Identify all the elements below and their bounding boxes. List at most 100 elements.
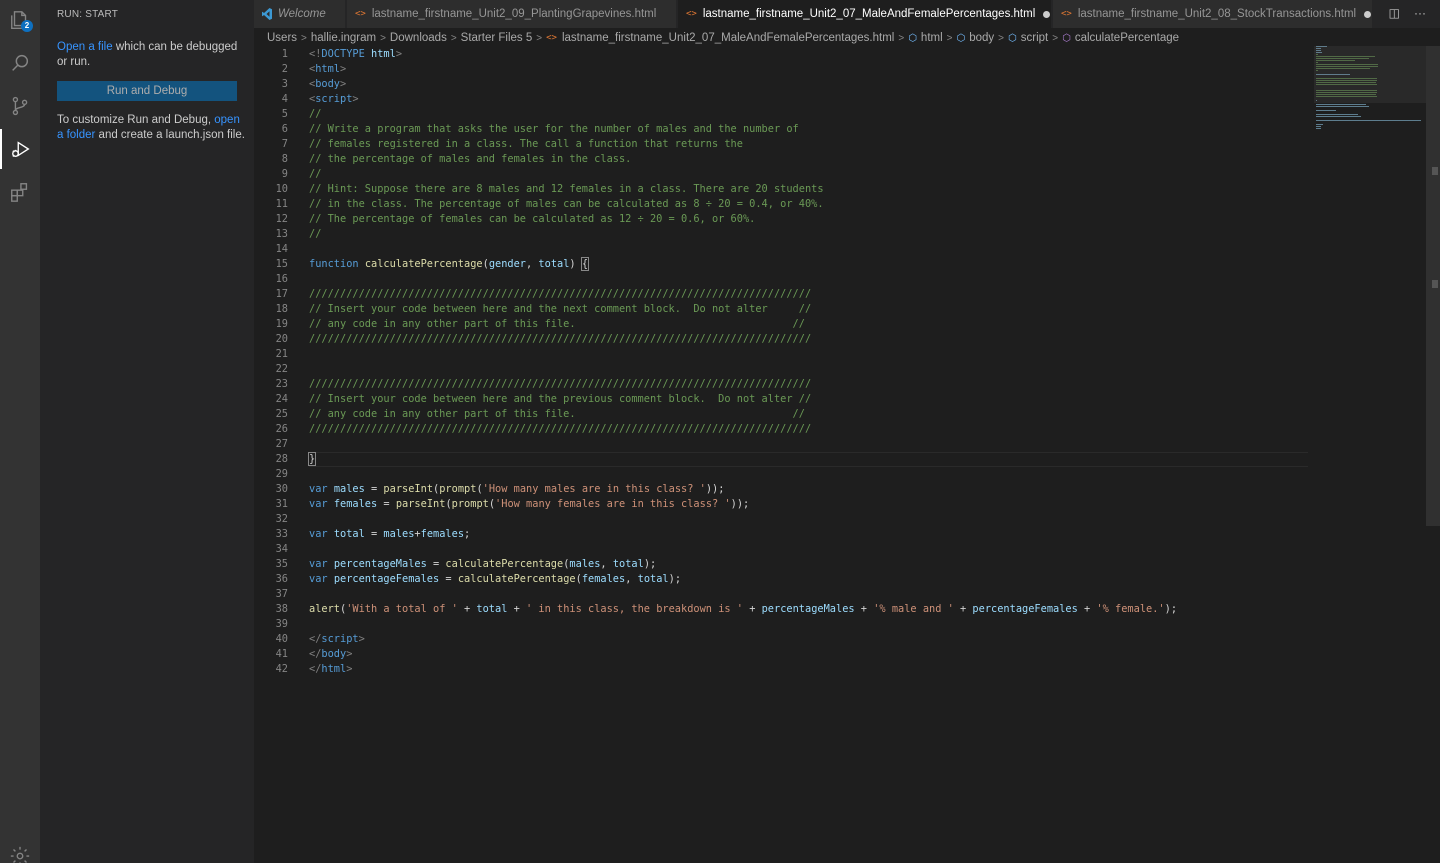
tab-male-female-percentages[interactable]: <> lastname_firstname_Unit2_07_MaleAndFe… <box>678 0 1052 28</box>
code-editor[interactable]: 1 <!DOCTYPE html> 2 <html> 3 <body> 4 <script> 5… <box>254 46 1440 863</box>
code-line[interactable]: 39 <box>254 617 1314 632</box>
editor-tab-bar: Welcome <> lastname_firstname_Unit2_09_P… <box>254 0 1440 28</box>
code-line[interactable]: 37 <box>254 587 1314 602</box>
code-line[interactable]: 24 // Insert your code between here and t… <box>254 392 1314 407</box>
code-line[interactable]: 30 var males = parseInt(prompt('How many … <box>254 482 1314 497</box>
code-line[interactable]: 9 // <box>254 167 1314 182</box>
more-actions-icon[interactable]: ··· <box>1414 6 1426 20</box>
code-line[interactable]: 35 var percentageMales = calculatePercent… <box>254 557 1314 572</box>
minimap-line <box>1316 106 1370 107</box>
line-number: 15 <box>275 258 288 270</box>
tab-planting-grapevines[interactable]: <> lastname_firstname_Unit2_09_PlantingG… <box>347 0 677 28</box>
tab-label: lastname_firstname_Unit2_09_PlantingGrap… <box>371 8 657 20</box>
line-number: 14 <box>275 243 288 255</box>
code-line[interactable]: 20 //////////////////////////////////////… <box>254 332 1314 347</box>
code-line[interactable]: 22 <box>254 362 1314 377</box>
extensions-icon[interactable] <box>0 172 40 212</box>
line-number: 18 <box>275 303 288 315</box>
code-token: percentageMales <box>761 603 855 615</box>
source-control-icon[interactable] <box>0 86 40 126</box>
code-token: </ <box>309 663 322 675</box>
code-line[interactable]: 28} <box>254 452 1314 467</box>
sidebar-title: RUN: START <box>57 9 119 20</box>
code-token: ); <box>1164 603 1178 615</box>
search-icon[interactable] <box>0 43 40 83</box>
tab-welcome[interactable]: Welcome <box>254 0 346 28</box>
code-token: males <box>383 528 415 540</box>
settings-gear-icon[interactable] <box>0 836 40 863</box>
code-line[interactable]: 40 </script> <box>254 632 1314 647</box>
code-line[interactable]: 2 <html> <box>254 62 1314 77</box>
run-debug-icon[interactable] <box>0 129 40 169</box>
breadcrumb-script[interactable]: script <box>1021 32 1048 44</box>
unsaved-dot-icon[interactable] <box>1043 10 1051 18</box>
code-line[interactable]: 10 // Hint: Suppose there are 8 males and… <box>254 182 1314 197</box>
code-token: function <box>309 258 359 270</box>
code-text: ////////////////////////////////////////… <box>309 422 811 437</box>
code-token: // the percentage of males and females i… <box>309 153 632 165</box>
code-line[interactable]: 4 <script> <box>254 92 1314 107</box>
code-line[interactable]: 7 // females registered in a class. The c… <box>254 137 1314 152</box>
minimap-line <box>1316 116 1361 117</box>
code-token: '% female.' <box>1096 603 1165 615</box>
breadcrumb-downloads[interactable]: Downloads <box>390 32 447 44</box>
code-line[interactable]: 17 //////////////////////////////////////… <box>254 287 1314 302</box>
code-line[interactable]: 8 // the percentage of males and females … <box>254 152 1314 167</box>
open-file-link[interactable]: Open a file <box>57 41 113 53</box>
tab-label: lastname_firstname_Unit2_07_MaleAndFemal… <box>702 8 1036 20</box>
code-line[interactable]: 18 // Insert your code between here and t… <box>254 302 1314 317</box>
code-line[interactable]: 31 var females = parseInt(prompt('How man… <box>254 497 1314 512</box>
code-line[interactable]: 13 // <box>254 227 1314 242</box>
code-line[interactable]: 12 // The percentage of females can be ca… <box>254 212 1314 227</box>
code-token: , <box>625 573 638 585</box>
breadcrumb-body[interactable]: body <box>969 32 994 44</box>
code-line[interactable]: 25 // any code in any other part of this … <box>254 407 1314 422</box>
code-line[interactable]: 41 </body> <box>254 647 1314 662</box>
code-line[interactable]: 32 <box>254 512 1314 527</box>
code-line[interactable]: 34 <box>254 542 1314 557</box>
tab-stock-transactions[interactable]: <> lastname_firstname_Unit2_08_StockTran… <box>1053 0 1373 28</box>
code-line[interactable]: 27 <box>254 437 1314 452</box>
code-line[interactable]: 29 <box>254 467 1314 482</box>
breadcrumb-function[interactable]: calculatePercentage <box>1075 32 1179 44</box>
explorer-icon[interactable]: 2 <box>0 0 40 40</box>
code-line[interactable]: 33 var total = males+females; <box>254 527 1314 542</box>
code-line[interactable]: 5 // <box>254 107 1314 122</box>
code-line[interactable]: 19 // any code in any other part of this … <box>254 317 1314 332</box>
code-token: females <box>333 498 378 510</box>
run-and-debug-button[interactable]: Run and Debug <box>57 81 237 101</box>
code-line[interactable]: 23 //////////////////////////////////////… <box>254 377 1314 392</box>
code-token: ////////////////////////////////////////… <box>309 333 812 345</box>
code-line[interactable]: 26 //////////////////////////////////////… <box>254 422 1314 437</box>
breadcrumb-user[interactable]: hallie.ingram <box>311 32 376 44</box>
unsaved-dot-icon[interactable] <box>1364 10 1372 18</box>
code-text: var percentageMales = calculatePercentag… <box>309 557 656 572</box>
code-token: = <box>364 483 384 495</box>
breadcrumb-users[interactable]: Users <box>267 32 297 44</box>
code-line[interactable]: 3 <body> <box>254 77 1314 92</box>
breadcrumb-file[interactable]: lastname_firstname_Unit2_07_MaleAndFemal… <box>562 32 894 44</box>
minimap-slider[interactable] <box>1314 46 1426 103</box>
code-line[interactable]: 21 <box>254 347 1314 362</box>
breadcrumb-starter-files[interactable]: Starter Files 5 <box>461 32 533 44</box>
code-text: // <box>309 107 321 122</box>
html-file-icon: <> <box>546 33 557 43</box>
code-line[interactable]: 11 // in the class. The percentage of mal… <box>254 197 1314 212</box>
scrollbar-marker <box>1432 167 1438 175</box>
code-line[interactable]: 6 // Write a program that asks the user f… <box>254 122 1314 137</box>
code-line[interactable]: 38 alert('With a total of ' + total + ' i… <box>254 602 1314 617</box>
code-line[interactable]: 42 </html> <box>254 662 1314 677</box>
code-line[interactable]: 14 <box>254 242 1314 257</box>
line-number: 38 <box>275 603 288 615</box>
line-number: 5 <box>281 108 288 120</box>
split-editor-icon[interactable]: ◫ <box>1389 6 1400 20</box>
line-number: 6 <box>281 123 288 135</box>
code-line[interactable]: 16 <box>254 272 1314 287</box>
code-line[interactable]: 1 <!DOCTYPE html> <box>254 47 1314 62</box>
line-number: 35 <box>275 558 288 570</box>
code-line[interactable]: 36 var percentageFemales = calculatePerce… <box>254 572 1314 587</box>
breadcrumb-html[interactable]: html <box>921 32 943 44</box>
code-token: = <box>439 573 458 585</box>
code-text: // females registered in a class. The ca… <box>309 137 743 152</box>
code-line[interactable]: 15 function calculatePercentage(gender, t… <box>254 257 1314 272</box>
